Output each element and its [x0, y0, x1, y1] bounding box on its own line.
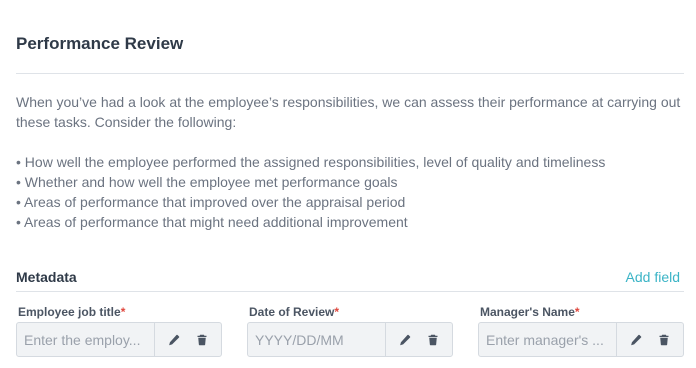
field-actions [155, 323, 221, 356]
employee-job-title-input[interactable] [17, 323, 155, 356]
required-marker: * [574, 305, 580, 319]
date-of-review-input[interactable] [248, 323, 386, 356]
required-marker: * [120, 305, 126, 319]
metadata-divider [16, 291, 684, 292]
list-item: • Whether and how well the employee met … [16, 174, 398, 190]
field-actions [386, 323, 452, 356]
list-item: • How well the employee performed the as… [16, 154, 606, 170]
field-actions [617, 323, 683, 356]
add-field-link[interactable]: Add field [626, 269, 680, 285]
field-container [478, 322, 684, 357]
field-managers-name: Manager's Name* [478, 304, 684, 357]
managers-name-input[interactable] [479, 323, 617, 356]
pencil-icon[interactable] [626, 330, 646, 350]
metadata-heading: Metadata [16, 269, 77, 285]
pencil-icon[interactable] [164, 330, 184, 350]
page-title: Performance Review [16, 34, 184, 53]
trash-icon[interactable] [423, 330, 443, 350]
intro-text: When you’ve had a look at the employee’s… [16, 94, 681, 130]
title-divider [16, 73, 684, 74]
field-container [247, 322, 453, 357]
field-label: Date of Review* [249, 305, 340, 319]
field-container [16, 322, 222, 357]
field-date-of-review: Date of Review* [247, 304, 453, 357]
field-employee-job-title: Employee job title* [16, 304, 222, 357]
list-item: • Areas of performance that might need a… [16, 214, 408, 230]
trash-icon[interactable] [654, 330, 674, 350]
required-marker: * [334, 305, 340, 319]
trash-icon[interactable] [192, 330, 212, 350]
consideration-list: • How well the employee performed the as… [16, 152, 605, 232]
field-label: Manager's Name* [480, 305, 580, 319]
pencil-icon[interactable] [395, 330, 415, 350]
list-item: • Areas of performance that improved ove… [16, 194, 406, 210]
field-label: Employee job title* [18, 305, 126, 319]
